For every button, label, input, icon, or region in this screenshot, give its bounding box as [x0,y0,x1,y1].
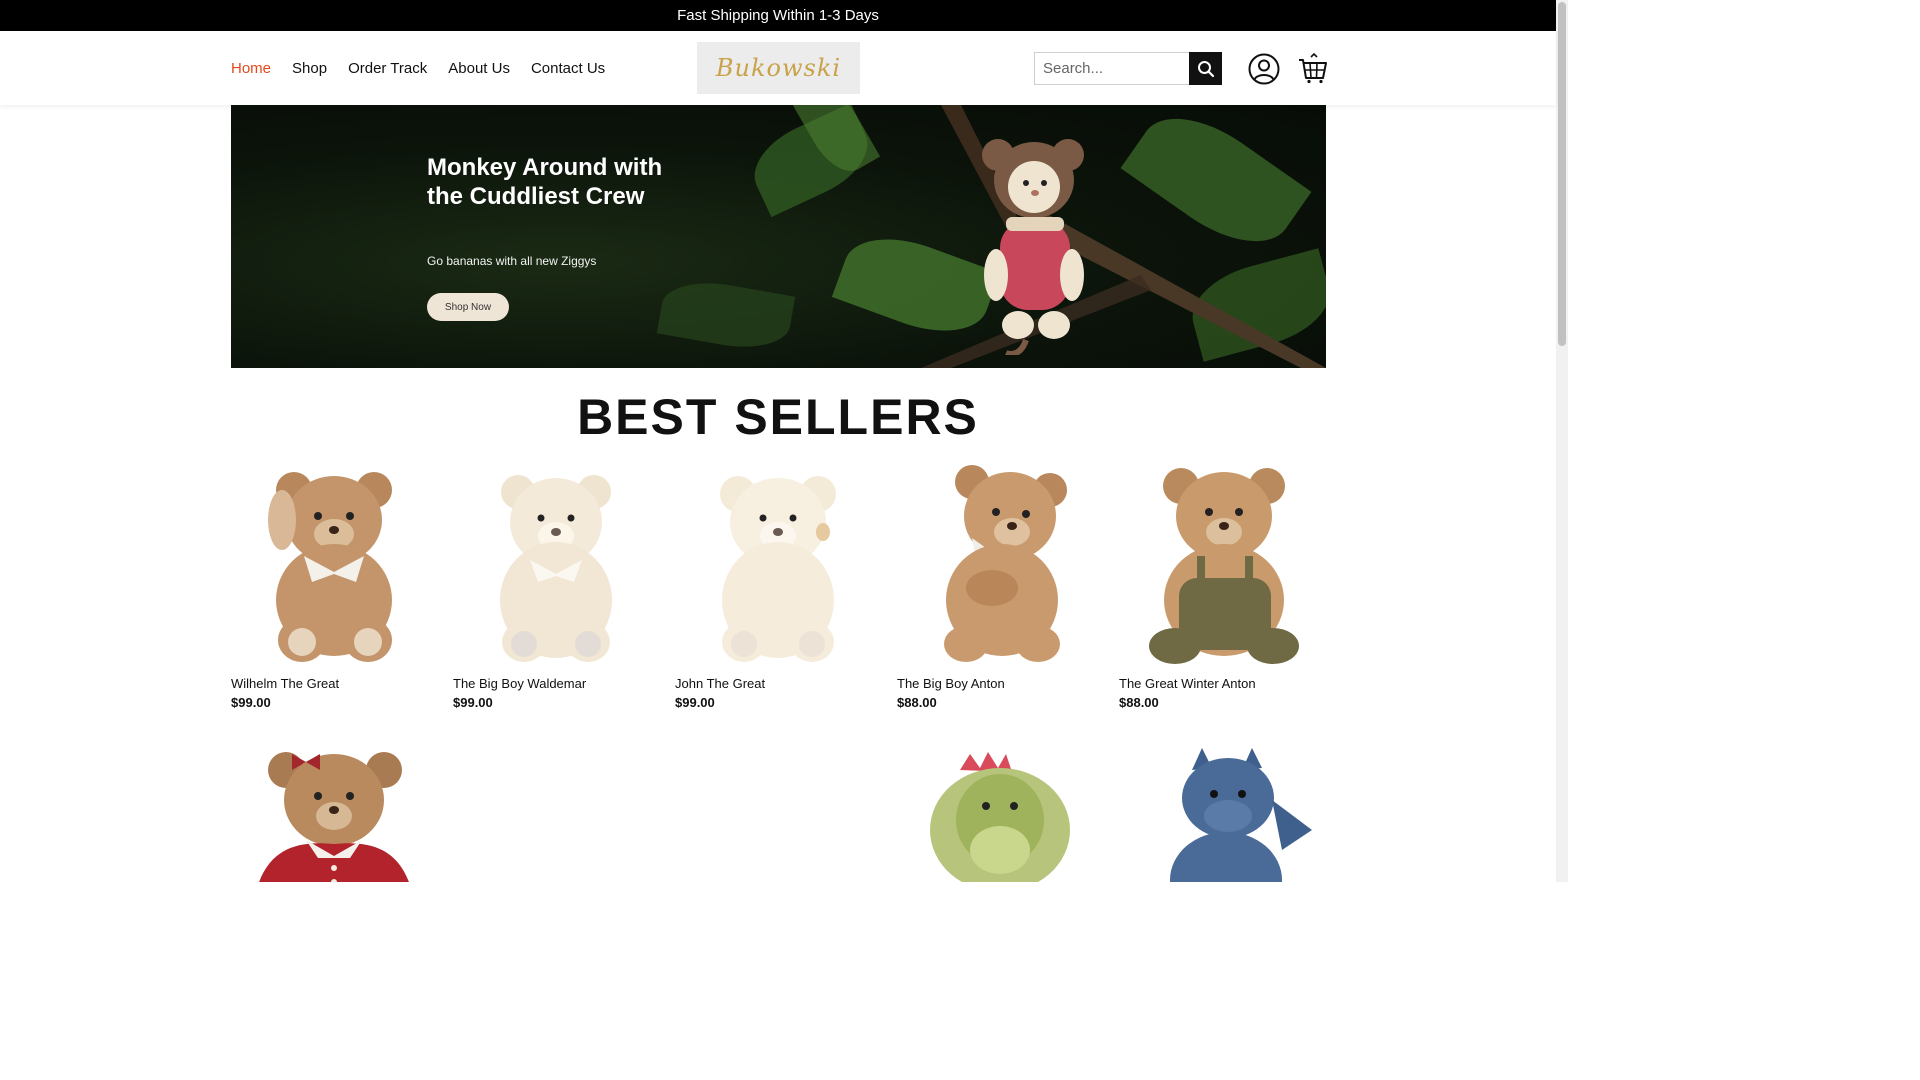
product-image[interactable] [897,460,1103,666]
cart-icon[interactable] [1297,52,1329,84]
teddy-bear-image [1149,468,1299,664]
product-name[interactable]: The Big Boy Anton [897,676,1103,691]
product-image[interactable] [675,460,881,666]
product-image[interactable] [231,460,437,666]
teddy-bear-image [500,475,612,662]
product-price: $99.00 [231,695,271,710]
product-image[interactable] [1119,460,1325,666]
teddy-bear-image [268,472,392,662]
search-button[interactable] [1189,52,1222,85]
product-card[interactable]: The Big Boy Anton $88.00 [897,460,1103,710]
product-name[interactable]: Wilhelm The Great [231,676,437,691]
nav-order-track[interactable]: Order Track [348,60,427,77]
product-card[interactable]: John The Great $99.00 [675,460,881,710]
site-header: Home Shop Order Track About Us Contact U… [0,31,1556,105]
product-card[interactable]: The Great Winter Anton $88.00 [1119,460,1325,710]
best-sellers-heading: BEST SELLERS [577,389,979,445]
hero-title: Monkey Around with the Cuddliest Crew [427,154,663,210]
search-bar [1034,52,1222,85]
product-card[interactable] [1119,740,1325,882]
search-input[interactable] [1034,52,1189,85]
dragon-plush-image [1170,748,1312,882]
jungle-leaf-decoration [656,274,796,356]
scrollbar-thumb[interactable] [1558,2,1566,346]
product-card[interactable] [897,740,1103,882]
search-icon [1197,60,1214,77]
announcement-bar: Fast Shipping Within 1-3 Days [0,0,1556,31]
product-name[interactable]: John The Great [675,676,881,691]
teddy-bear-image [944,465,1067,662]
user-icon[interactable] [1248,53,1280,85]
nav-contact-us[interactable]: Contact Us [531,60,605,77]
hero-banner[interactable]: Monkey Around with the Cuddliest Crew Go… [231,105,1326,368]
product-card[interactable]: Wilhelm The Great $99.00 [231,460,437,710]
product-image[interactable] [1119,740,1325,882]
product-image[interactable] [897,740,1103,882]
shop-now-button[interactable]: Shop Now [427,293,509,321]
product-image[interactable] [231,740,437,882]
product-price: $88.00 [897,695,937,710]
dinosaur-plush-image [930,752,1070,882]
logo-text: Bukowski [715,54,842,82]
product-price: $99.00 [453,695,493,710]
nav-shop[interactable]: Shop [292,60,327,77]
main-nav: Home Shop Order Track About Us Contact U… [231,31,605,105]
nav-about-us[interactable]: About Us [448,60,510,77]
product-card[interactable]: The Big Boy Waldemar $99.00 [453,460,659,710]
page-scrollbar[interactable] [1556,0,1568,882]
product-price: $88.00 [1119,695,1159,710]
product-image[interactable] [453,460,659,666]
nav-home[interactable]: Home [231,60,271,77]
teddy-bear-image [720,476,836,662]
teddy-bear-image [259,752,409,882]
announcement-text: Fast Shipping Within 1-3 Days [677,7,879,24]
hero-subtitle: Go bananas with all new Ziggys [427,254,597,268]
product-card[interactable] [231,740,437,882]
brand-logo[interactable]: Bukowski [697,42,860,94]
product-name[interactable]: The Great Winter Anton [1119,676,1325,691]
product-price: $99.00 [675,695,715,710]
plush-monkey-illustration [982,139,1084,355]
product-name[interactable]: The Big Boy Waldemar [453,676,659,691]
